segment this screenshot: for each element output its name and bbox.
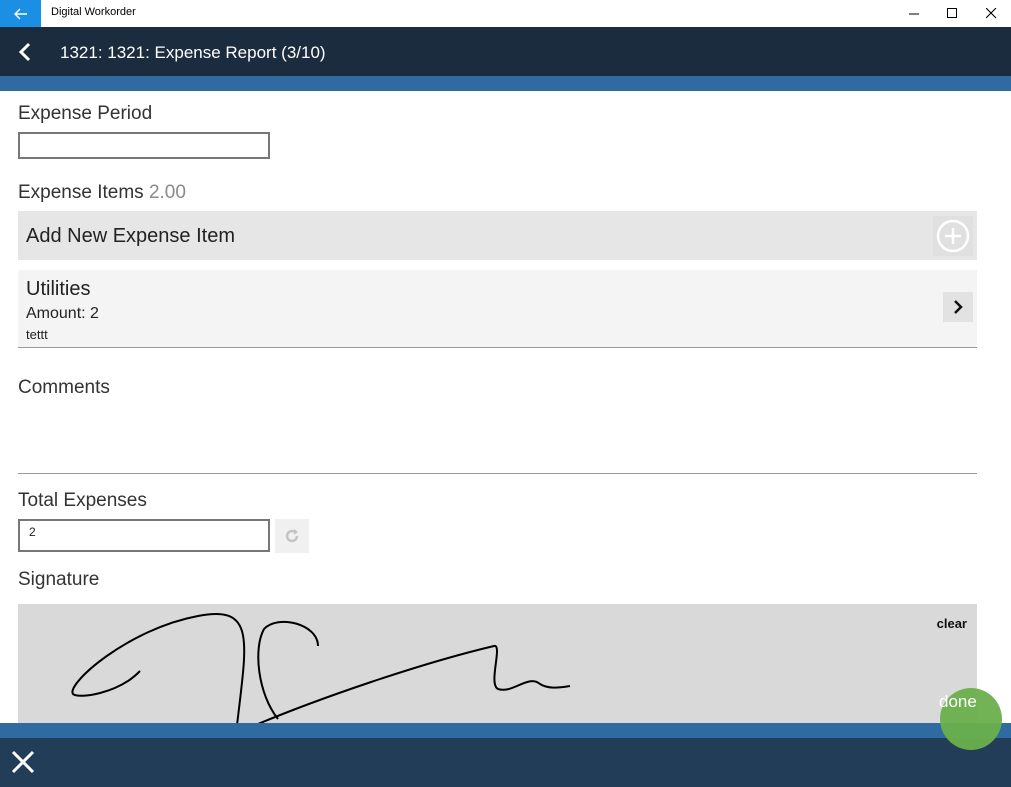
- comments-input[interactable]: [18, 407, 977, 471]
- close-icon: [985, 8, 996, 19]
- close-x-icon: [11, 750, 35, 774]
- chevron-right-icon: [954, 300, 963, 314]
- expense-items-label: Expense Items: [18, 182, 144, 203]
- form-content[interactable]: Expense Period Expense Items 2.00 Add Ne…: [0, 91, 1011, 723]
- total-expenses-label: Total Expenses: [18, 490, 147, 511]
- back-arrow-icon: [13, 8, 27, 19]
- add-expense-item-label: Add New Expense Item: [26, 225, 235, 247]
- expense-item-note: tettt: [26, 327, 48, 342]
- recalculate-button[interactable]: [275, 519, 309, 553]
- minimize-button[interactable]: [895, 0, 933, 27]
- page-title: 1321: 1321: Expense Report (3/10): [60, 43, 326, 62]
- add-expense-item-button[interactable]: [933, 216, 973, 256]
- total-expenses-input[interactable]: 2: [18, 519, 270, 552]
- expense-item-row[interactable]: Utilities Amount: 2 tettt: [18, 270, 977, 348]
- expense-item-open-button[interactable]: [943, 292, 973, 322]
- signature-pad[interactable]: clear: [18, 604, 977, 723]
- page-back-button[interactable]: [12, 39, 38, 65]
- close-window-button[interactable]: [972, 0, 1010, 27]
- window-title: Digital Workorder: [51, 6, 136, 18]
- bottom-app-bar: [0, 738, 1011, 787]
- chevron-left-icon: [18, 42, 31, 62]
- plus-circle-icon: [936, 219, 970, 253]
- app-header: 1321: 1321: Expense Report (3/10): [0, 27, 1011, 76]
- add-expense-item-row[interactable]: Add New Expense Item: [18, 211, 977, 260]
- minimize-icon: [908, 13, 919, 15]
- window-back-button[interactable]: [0, 0, 41, 27]
- signature-drawing: [71, 613, 571, 723]
- signature-clear-button[interactable]: clear: [937, 616, 967, 631]
- footer-accent-stripe: [0, 723, 1011, 738]
- expense-items-total: 2.00: [148, 182, 186, 203]
- expense-period-input[interactable]: [18, 132, 270, 159]
- signature-label: Signature: [18, 569, 100, 590]
- window-titlebar: Digital Workorder: [0, 0, 1011, 27]
- cancel-button[interactable]: [8, 747, 38, 777]
- header-accent-stripe: [0, 76, 1011, 91]
- expense-item-title: Utilities: [26, 278, 91, 300]
- maximize-icon: [946, 8, 957, 18]
- comments-label: Comments: [18, 377, 110, 398]
- maximize-button[interactable]: [933, 0, 971, 27]
- expense-items-heading: Expense Items 2.00: [18, 182, 186, 204]
- expense-item-amount: Amount: 2: [26, 305, 99, 322]
- comments-underline: [18, 473, 977, 474]
- refresh-icon: [285, 529, 299, 543]
- expense-period-label: Expense Period: [18, 103, 153, 124]
- done-label: done: [939, 692, 977, 711]
